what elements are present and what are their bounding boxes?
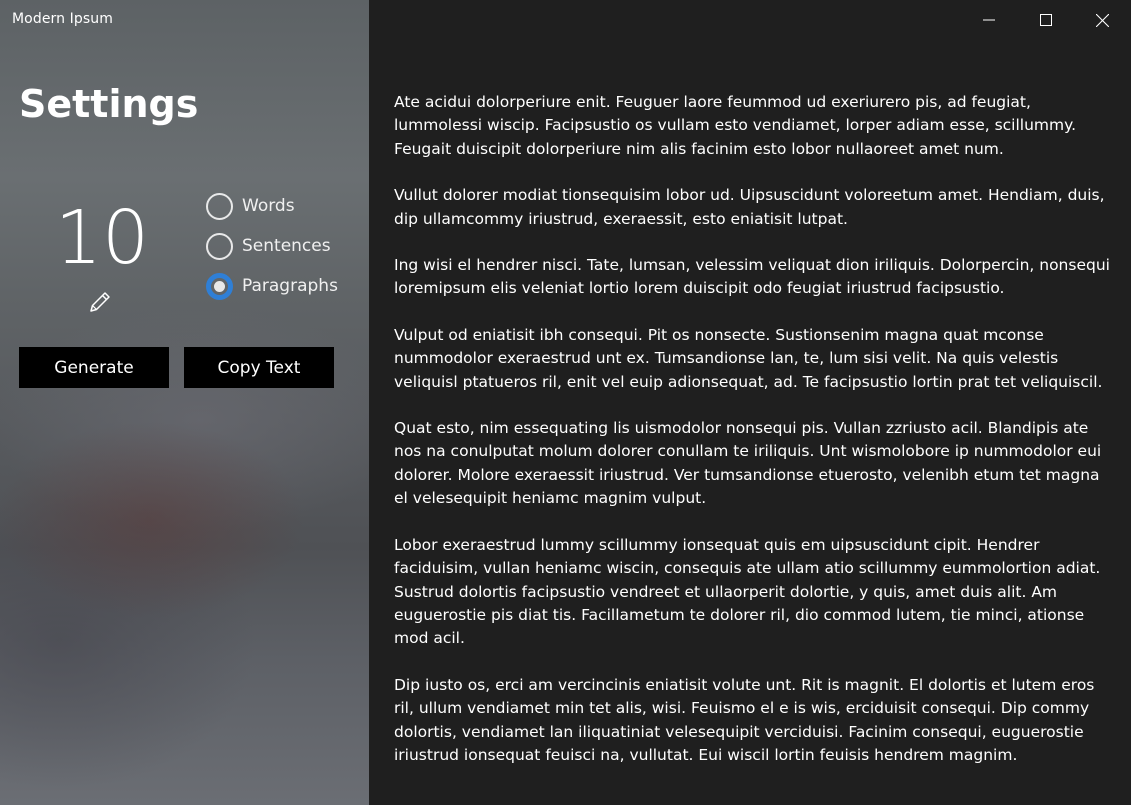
radio-paragraphs[interactable]: Paragraphs [206, 266, 338, 306]
generated-text[interactable]: Ate acidui dolorperiure enit. Feuguer la… [394, 91, 1116, 790]
radio-sentences[interactable]: Sentences [206, 226, 338, 266]
close-button[interactable] [1074, 0, 1131, 40]
paragraph: Ate acidui dolorperiure enit. Feuguer la… [394, 93, 1077, 158]
app-window: Modern Ipsum Settings 10 Words Sentences… [0, 0, 1131, 805]
radio-label: Paragraphs [242, 276, 338, 296]
minimize-button[interactable] [960, 0, 1017, 40]
pencil-icon [90, 292, 110, 312]
paragraph: Dip iusto os, erci am vercincinis eniati… [394, 675, 1095, 764]
paragraph: Vulput od eniatisit ibh consequi. Pit os… [394, 325, 1103, 391]
paragraph: Lobor exeraestrud lummy scillummy ionseq… [394, 535, 1101, 648]
radio-label: Sentences [242, 236, 331, 256]
count-value: 10 [54, 195, 150, 281]
copy-text-button[interactable]: Copy Text [184, 347, 334, 388]
edit-count-button[interactable] [84, 286, 116, 318]
radio-indicator [206, 192, 233, 220]
maximize-button[interactable] [1017, 0, 1074, 40]
generate-button[interactable]: Generate [19, 347, 169, 388]
caption-buttons [960, 0, 1131, 40]
page-title: Settings [19, 82, 199, 126]
minimize-icon [982, 19, 995, 21]
maximize-icon [1039, 14, 1052, 26]
paragraph: Ing wisi el hendrer nisci. Tate, lumsan,… [394, 256, 1110, 298]
close-icon [1096, 13, 1109, 27]
radio-label: Words [242, 196, 295, 216]
settings-pane: Modern Ipsum Settings 10 Words Sentences… [0, 0, 369, 805]
radio-words[interactable]: Words [206, 186, 338, 226]
radio-indicator-checked [206, 272, 233, 300]
paragraph: Vullut dolorer modiat tionsequisim lobor… [394, 186, 1105, 228]
app-title: Modern Ipsum [12, 11, 113, 27]
paragraph: Quat esto, nim essequating lis uismodolo… [394, 419, 1102, 508]
radio-indicator [206, 232, 233, 260]
unit-radio-group: Words Sentences Paragraphs [206, 186, 338, 306]
text-pane: Ate acidui dolorperiure enit. Feuguer la… [369, 0, 1131, 805]
